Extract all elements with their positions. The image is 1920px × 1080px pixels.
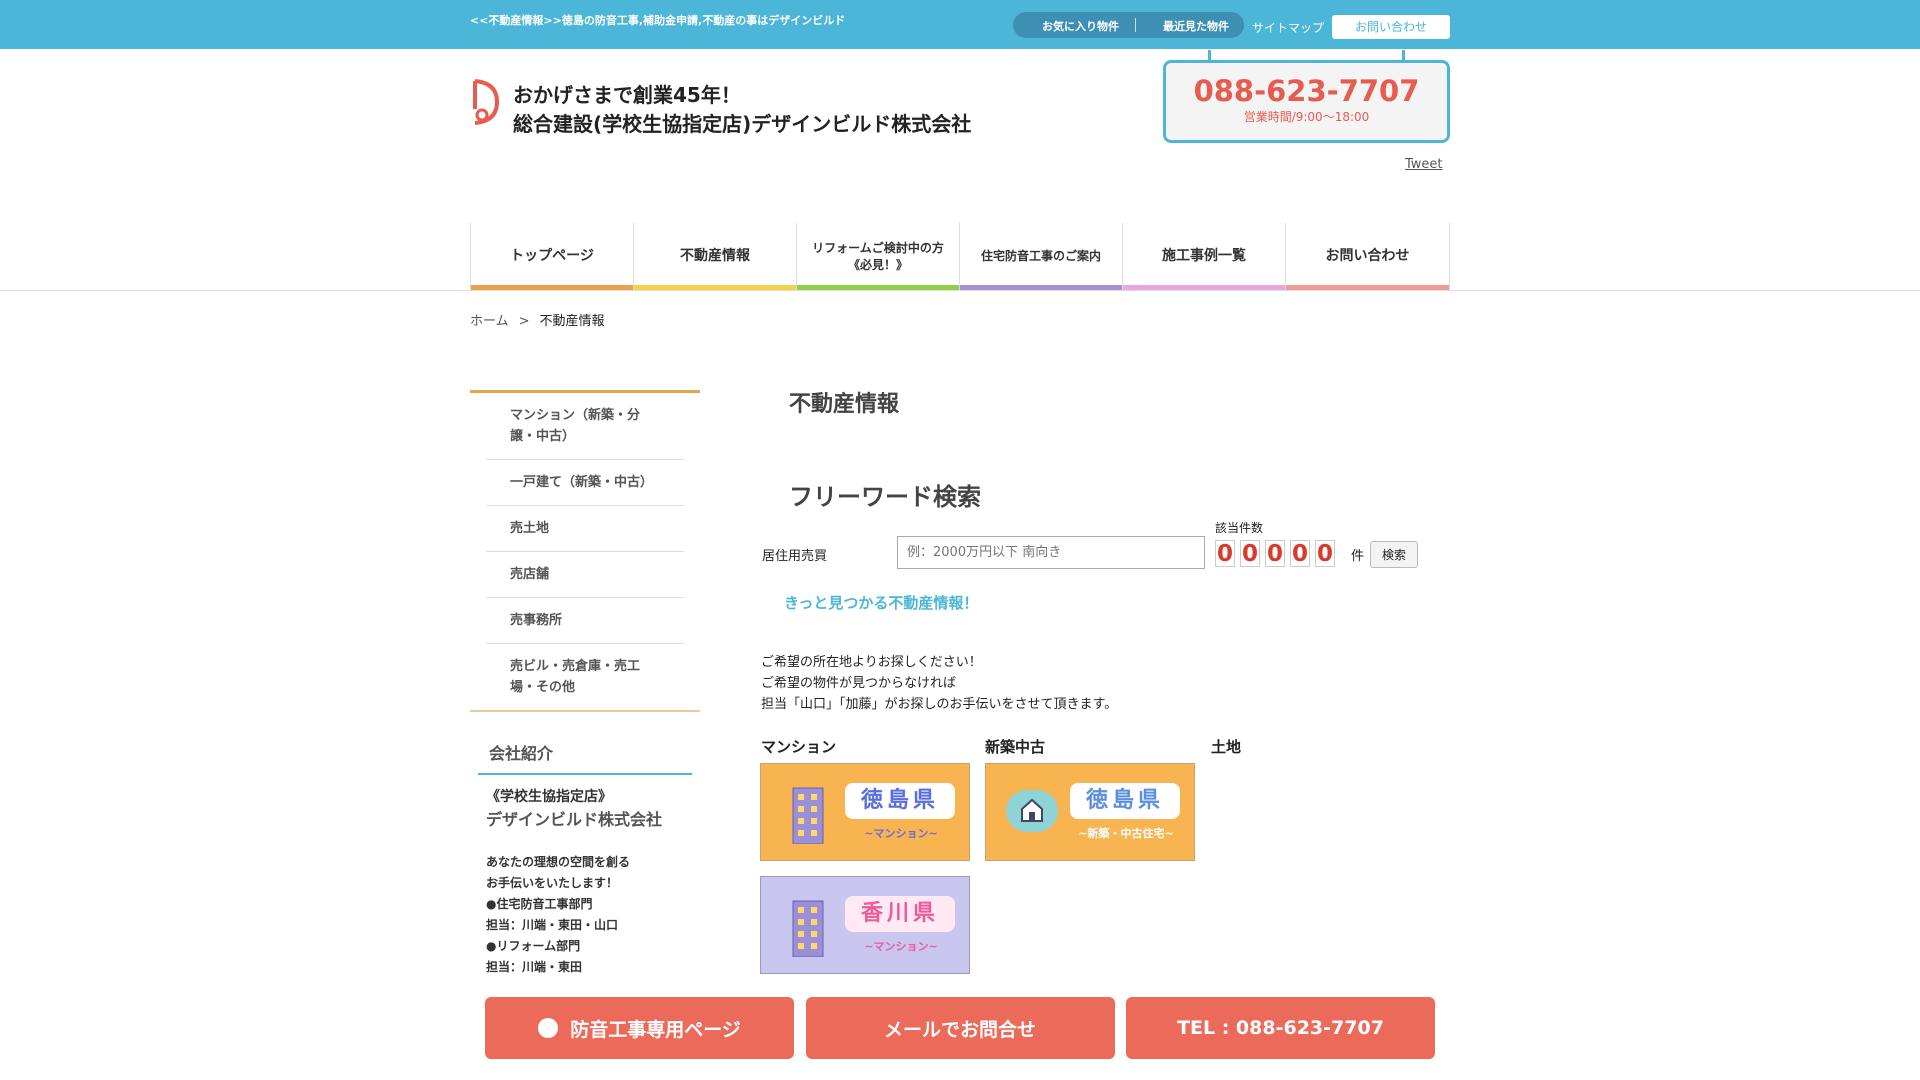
- floating-action-bar: 防音工事専用ページ メールでお問合せ TEL : 088-623-7707: [485, 997, 1435, 1059]
- breadcrumb-separator: >: [518, 314, 530, 329]
- result-counter: 0 0 0 0 0: [1215, 540, 1335, 567]
- intro-line: ご希望の所在地よりお探しください！: [761, 655, 982, 670]
- count-digit: 0: [1265, 540, 1285, 567]
- brand-name[interactable]: 総合建設(学校生協指定店)デザインビルド株式会社: [513, 108, 971, 137]
- intro-text: ご希望の所在地よりお探しください！ ご希望の物件が見つからなければ 担当「山口」…: [761, 652, 1117, 715]
- brand-slogan: おかげさまで創業45年！: [513, 83, 741, 107]
- global-nav: トップページ 不動産情報 リフォームご検討中の方 《必見！》 住宅防音工事のご案…: [470, 223, 1450, 290]
- count-digit: 0: [1215, 540, 1235, 567]
- company-line: ●住宅防音工事部門: [486, 897, 593, 911]
- tweet-link[interactable]: Tweet: [1405, 157, 1443, 172]
- company-line: ●リフォーム部門: [486, 939, 581, 953]
- tel-label: TEL : 088-623-7707: [1177, 1017, 1384, 1039]
- count-digit: 0: [1315, 540, 1335, 567]
- search-button[interactable]: 検索: [1370, 541, 1418, 568]
- tile-subtitle: ~マンション~: [864, 827, 938, 840]
- contact-button[interactable]: お問い合わせ: [1332, 15, 1450, 39]
- sidebar-menu: マンション（新築・分譲・中古） 一戸建て（新築・中古） 売土地 売店舗 売事務所…: [470, 390, 700, 712]
- building-icon: [792, 787, 824, 844]
- sidebar-item-store[interactable]: 売店舗: [486, 552, 684, 598]
- mail-inquiry-button[interactable]: メールでお問合せ: [805, 997, 1115, 1059]
- user-links: お気に入り物件 最近見た物件: [1013, 12, 1244, 38]
- count-digit: 0: [1290, 540, 1310, 567]
- breadcrumb-home[interactable]: ホーム: [470, 314, 509, 329]
- breadcrumb-current: 不動産情報: [539, 314, 605, 329]
- company-line: お手伝いをいたします！: [486, 876, 619, 890]
- favorites-link[interactable]: お気に入り物件: [1042, 18, 1119, 34]
- soundproof-page-button[interactable]: 防音工事専用ページ: [485, 997, 794, 1059]
- nav-label: 住宅防音工事のご案内: [980, 249, 1101, 263]
- search-title: フリーワード検索: [789, 483, 981, 511]
- tile-prefecture: 香川県: [845, 896, 955, 932]
- site-tagline: <<不動産情報>>徳島の防音工事,補助金申請,不動産の事はデザインビルド: [470, 14, 846, 27]
- building-icon: [792, 900, 824, 957]
- nav-label: リフォームご検討中の方 《必見！》: [812, 240, 944, 272]
- category-house: 新築中古: [985, 738, 1046, 756]
- company-line: 担当：川端・東田・山口: [486, 918, 619, 932]
- breadcrumb: ホーム > 不動産情報: [470, 310, 605, 329]
- company-description: あなたの理想の空間を創る お手伝いをいたします！ ●住宅防音工事部門 担当：川端…: [486, 852, 630, 978]
- sidebar-item-house[interactable]: 一戸建て（新築・中古）: [486, 460, 684, 506]
- tile-prefecture: 徳島県: [845, 783, 955, 819]
- mail-label: メールでお問合せ: [883, 1018, 1036, 1041]
- divider: [1135, 18, 1136, 32]
- phone-box[interactable]: 088-623-7707 営業時間/9:00〜18:00: [1163, 50, 1450, 143]
- company-line: 担当：川端・東田: [486, 960, 583, 974]
- company-heading: 会社紹介: [478, 740, 692, 775]
- count-unit: 件: [1351, 549, 1365, 564]
- circle-icon: [538, 1018, 559, 1038]
- business-hours: 営業時間/9:00〜18:00: [1243, 110, 1370, 124]
- result-count-label: 該当件数: [1215, 521, 1264, 535]
- search-input[interactable]: [897, 536, 1205, 569]
- tile-subtitle: ~新築・中古住宅~: [1078, 827, 1174, 840]
- tile-tokushima-house[interactable]: 徳島県 ~新築・中古住宅~: [985, 763, 1195, 861]
- company-name: デザインビルド株式会社: [486, 810, 663, 829]
- nav-label: 施工事例一覧: [1162, 248, 1246, 264]
- nav-contact[interactable]: お問い合わせ: [1285, 223, 1450, 290]
- nav-soundproof[interactable]: 住宅防音工事のご案内: [959, 223, 1122, 290]
- page-title: 不動産情報: [789, 392, 900, 417]
- tile-kagawa-mansion[interactable]: 香川県 ~マンション~: [760, 876, 970, 974]
- house-icon: [1021, 798, 1043, 822]
- nav-real-estate[interactable]: 不動産情報: [633, 223, 796, 290]
- phone-number[interactable]: 088-623-7707: [1166, 74, 1447, 108]
- top-bar: <<不動産情報>>徳島の防音工事,補助金申請,不動産の事はデザインビルド お気に…: [0, 0, 1920, 49]
- company-logo[interactable]: [471, 77, 501, 127]
- intro-line: ご希望の物件が見つからなければ: [761, 676, 957, 691]
- nav-reform[interactable]: リフォームご検討中の方 《必見！》: [796, 223, 959, 290]
- soundproof-label: 防音工事専用ページ: [570, 1018, 741, 1041]
- tile-subtitle: ~マンション~: [864, 940, 938, 953]
- nav-label: 不動産情報: [680, 248, 750, 264]
- intro-line: 担当「山口」「加藤」がお探しのお手伝いをさせて頂きます。: [761, 697, 1118, 712]
- company-line: あなたの理想の空間を創る: [486, 855, 631, 869]
- promo-text: きっと見つかる不動産情報！: [784, 594, 979, 612]
- category-mansion: マンション: [761, 738, 837, 756]
- tel-button[interactable]: TEL : 088-623-7707: [1126, 997, 1435, 1059]
- category-land: 土地: [1211, 738, 1242, 756]
- tile-tokushima-mansion[interactable]: 徳島県 ~マンション~: [760, 763, 970, 861]
- sidebar-item-land[interactable]: 売土地: [486, 506, 684, 552]
- recent-link[interactable]: 最近見た物件: [1163, 18, 1229, 34]
- sitemap-link[interactable]: サイトマップ: [1252, 19, 1324, 36]
- count-digit: 0: [1240, 540, 1260, 567]
- nav-divider: [0, 290, 1920, 291]
- search-category-label: 居住用売買: [762, 549, 828, 564]
- nav-works[interactable]: 施工事例一覧: [1122, 223, 1285, 290]
- sidebar-item-office[interactable]: 売事務所: [486, 598, 684, 644]
- sidebar-item-other[interactable]: 売ビル・売倉庫・売工場・その他: [486, 644, 684, 710]
- nav-top[interactable]: トップページ: [470, 223, 633, 290]
- company-subtitle: 《学校生協指定店》: [486, 789, 612, 805]
- nav-label: お問い合わせ: [1325, 248, 1410, 264]
- sidebar-item-mansion[interactable]: マンション（新築・分譲・中古）: [486, 393, 684, 460]
- tile-prefecture: 徳島県: [1070, 783, 1180, 819]
- nav-label: トップページ: [510, 248, 594, 264]
